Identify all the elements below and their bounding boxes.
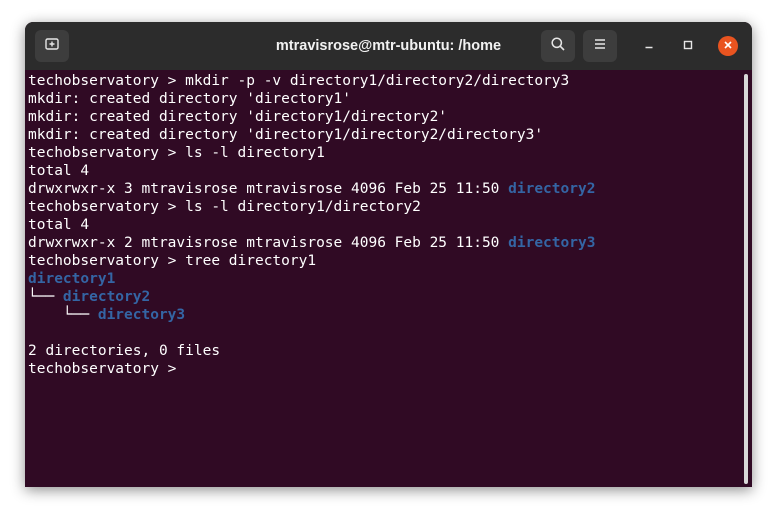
directory-name: directory3 [97,307,186,323]
terminal-line: techobservatory > mkdir -p -v directory1… [28,72,595,90]
minimize-icon [644,37,654,55]
terminal-output-area[interactable]: techobservatory > mkdir -p -v directory1… [25,70,752,487]
terminal-scrollbar[interactable] [744,74,748,484]
terminal-line: mkdir: created directory 'directory1/dir… [28,108,595,126]
search-button[interactable] [541,30,575,62]
directory-name: directory1 [28,271,116,287]
terminal-line-text: total 4 [28,163,90,179]
terminal-line: └── directory2 [28,288,595,306]
terminal-line-text: └── [28,289,63,305]
terminal-line: drwxrwxr-x 2 mtravisrose mtravisrose 409… [28,234,595,252]
terminal-line-text: techobservatory > ls -l directory1 [28,145,325,161]
title-bar[interactable]: mtravisrose@mtr-ubuntu: /home [25,22,752,70]
terminal-line: directory1 [28,270,595,288]
terminal-line: mkdir: created directory 'directory1/dir… [28,126,595,144]
terminal-line-text: techobservatory > mkdir -p -v directory1… [28,73,570,89]
terminal-line: mkdir: created directory 'directory1' [28,90,595,108]
maximize-button[interactable] [678,36,698,56]
terminal-line-text: drwxrwxr-x 2 mtravisrose mtravisrose 409… [28,235,509,251]
terminal-line-text: techobservatory > ls -l directory1/direc… [28,199,421,215]
hamburger-menu-icon [593,37,607,55]
terminal-line: total 4 [28,162,595,180]
close-icon [723,37,733,55]
terminal-line-text: 2 directories, 0 files [28,343,221,359]
terminal-lines: techobservatory > mkdir -p -v directory1… [28,72,595,378]
terminal-line-text: mkdir: created directory 'directory1' [28,91,352,107]
terminal-line: drwxrwxr-x 3 mtravisrose mtravisrose 409… [28,180,595,198]
terminal-line-text: mkdir: created directory 'directory1/dir… [28,127,544,143]
directory-name: directory2 [62,289,151,305]
terminal-line: └── directory3 [28,306,595,324]
terminal-line-text: techobservatory > [28,361,186,377]
minimize-button[interactable] [639,36,659,56]
search-icon [550,36,566,57]
terminal-line: 2 directories, 0 files [28,342,595,360]
directory-name: directory3 [508,235,596,251]
terminal-line-text: drwxrwxr-x 3 mtravisrose mtravisrose 409… [28,181,509,197]
terminal-line: techobservatory > [28,360,595,378]
terminal-line: techobservatory > ls -l directory1 [28,144,595,162]
maximize-icon [683,37,693,55]
terminal-line: techobservatory > tree directory1 [28,252,595,270]
terminal-line-text: mkdir: created directory 'directory1/dir… [28,109,448,125]
terminal-line-text: total 4 [28,217,90,233]
close-button[interactable] [718,36,738,56]
terminal-line: techobservatory > ls -l directory1/direc… [28,198,595,216]
terminal-line: total 4 [28,216,595,234]
menu-button[interactable] [583,30,617,62]
terminal-window: mtravisrose@mtr-ubuntu: /home techobserv… [25,22,752,487]
terminal-line-text: └── [28,307,98,323]
directory-name: directory2 [508,181,596,197]
terminal-line-text: techobservatory > tree directory1 [28,253,317,269]
